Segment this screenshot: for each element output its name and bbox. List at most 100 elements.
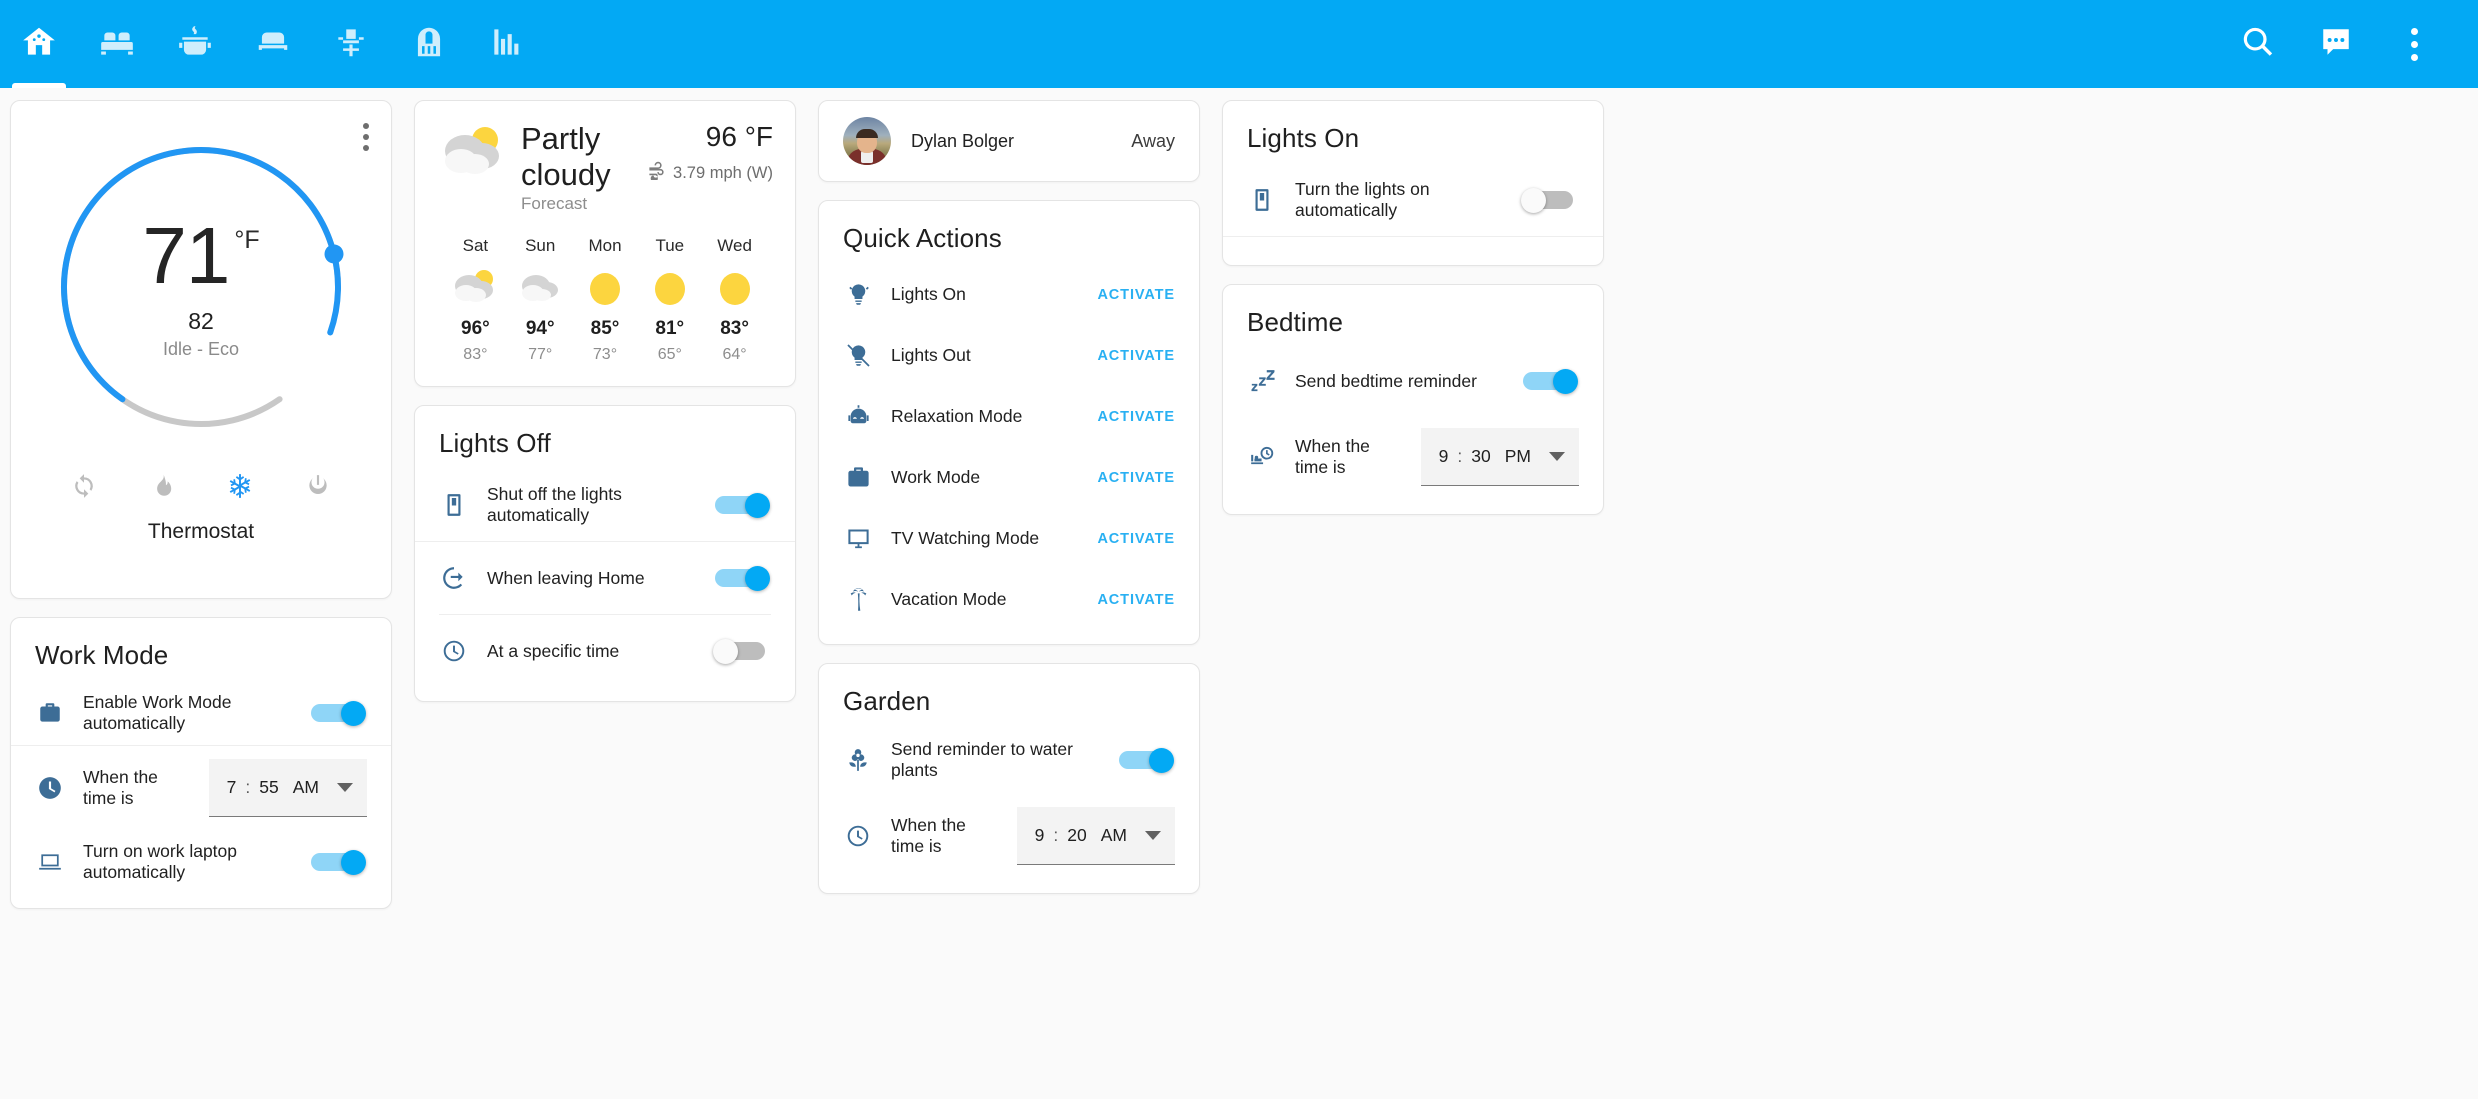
zzz-icon (1247, 368, 1277, 394)
bedtime-time-row: When the time is 9 : 30 PM (1223, 414, 1603, 500)
bedtime-reminder-label: Send bedtime reminder (1295, 370, 1477, 391)
forecast-low: 73° (592, 346, 618, 364)
quick-action-lights-out: Lights Out ACTIVATE (819, 325, 1199, 386)
bar-chart-icon (488, 23, 526, 66)
work-mode-enable-label: Enable Work Mode automatically (83, 692, 232, 733)
user-profile-card[interactable]: Dylan Bolger Away (818, 100, 1200, 182)
weather-subtitle: Forecast (521, 194, 588, 214)
thermostat-card: 71 °F 82 Idle - Eco Thermostat (10, 100, 392, 599)
power-icon (305, 475, 331, 503)
thermostat-mode-off[interactable] (305, 473, 331, 504)
clock-dashed-icon (843, 823, 873, 849)
tab-kitchen[interactable] (156, 0, 234, 88)
search-button[interactable] (2236, 22, 2280, 66)
activate-button[interactable]: ACTIVATE (1097, 287, 1175, 303)
sunny-icon (702, 262, 767, 316)
forecast-low: 65° (657, 346, 682, 364)
laptop-icon (35, 849, 65, 875)
weather-card: Partly cloudy Forecast 96 °F 3.79 mph (W… (414, 100, 796, 388)
lights-on-title: Lights On (1247, 123, 1360, 153)
forecast-day: Mon 85° 73° (573, 236, 638, 364)
sunny-icon (573, 262, 638, 316)
forecast-low: 77° (528, 346, 553, 364)
garden-minute[interactable]: 20 (1067, 825, 1086, 846)
tab-statistics[interactable] (468, 0, 546, 88)
bedtime-time-picker[interactable]: 9 : 30 PM (1420, 428, 1579, 486)
quick-actions-card: Quick Actions Lights On ACTIVATE Lights … (818, 200, 1200, 645)
bedtime-title: Bedtime (1247, 307, 1344, 337)
work-mode-hour[interactable]: 7 (227, 777, 237, 798)
activate-button[interactable]: ACTIVATE (1097, 348, 1175, 364)
work-mode-laptop-row: Turn on work laptop automatically (11, 830, 391, 894)
column-one: 71 °F 82 Idle - Eco Thermostat Work Mode… (10, 100, 392, 909)
work-mode-title: Work Mode (35, 640, 169, 670)
flame-icon (149, 474, 175, 503)
work-mode-enable-row: Enable Work Mode automatically (11, 681, 391, 745)
cooking-pot-icon (176, 23, 214, 66)
forecast-day-name: Sat (462, 236, 489, 256)
quick-action-lights-on: Lights On ACTIVATE (819, 264, 1199, 325)
garden-card: Garden Send reminder to water plants Whe… (818, 663, 1200, 894)
thermostat-mode-heat[interactable] (149, 473, 175, 504)
more-vertical-icon[interactable] (2392, 27, 2436, 61)
palm-tree-icon (843, 586, 873, 613)
activate-button[interactable]: ACTIVATE (1097, 592, 1175, 608)
bedtime-reminder-row: Send bedtime reminder (1223, 348, 1603, 414)
forecast-day-name: Tue (655, 236, 685, 256)
time-colon: : (1457, 446, 1463, 466)
garden-time-picker[interactable]: 9 : 20 AM (1016, 807, 1175, 865)
lights-on-auto-toggle[interactable] (1521, 188, 1579, 213)
thermostat-mode-cool[interactable] (227, 473, 253, 504)
garden-meridiem[interactable]: AM (1087, 825, 1127, 846)
lights-off-leaving-toggle[interactable] (713, 566, 771, 592)
divider (1223, 236, 1603, 237)
thermostat-target: 82 (188, 308, 214, 334)
work-mode-time-label: When the time is (83, 767, 158, 808)
lights-off-auto-toggle[interactable] (713, 493, 771, 519)
garden-time-row: When the time is 9 : 20 AM (819, 793, 1199, 879)
thermostat-readout: 71 °F 82 Idle - Eco (21, 107, 381, 467)
messages-button[interactable] (2314, 22, 2358, 66)
chevron-down-icon[interactable] (337, 783, 353, 792)
garden-time-label: When the time is (891, 815, 966, 856)
work-mode-laptop-toggle[interactable] (309, 850, 367, 875)
bedtime-minute[interactable]: 30 (1471, 446, 1490, 467)
clock-dashed-icon (439, 638, 469, 664)
activate-button[interactable]: ACTIVATE (1097, 531, 1175, 547)
thermostat-dial[interactable]: 71 °F 82 Idle - Eco (21, 107, 381, 467)
forecast-high: 96° (461, 318, 490, 340)
bedtime-hour[interactable]: 9 (1439, 446, 1449, 467)
smart-home-icon (20, 23, 58, 66)
lights-off-auto-label: Shut off the lights automatically (487, 484, 622, 526)
garden-reminder-toggle[interactable] (1117, 748, 1175, 773)
tab-office[interactable] (312, 0, 390, 88)
wind-icon (647, 161, 666, 185)
partly-cloudy-icon (443, 262, 508, 316)
forecast-low: 64° (722, 346, 747, 364)
work-mode-card: Work Mode Enable Work Mode automatically… (10, 617, 392, 909)
bedtime-meridiem[interactable]: PM (1491, 446, 1531, 467)
chevron-down-icon[interactable] (1549, 452, 1565, 461)
work-mode-enable-toggle[interactable] (309, 701, 367, 726)
cloudy-icon (508, 262, 573, 316)
tab-living-room[interactable] (78, 0, 156, 88)
activate-button[interactable]: ACTIVATE (1097, 409, 1175, 425)
bedtime-reminder-toggle[interactable] (1521, 369, 1579, 394)
work-mode-time-picker[interactable]: 7 : 55 AM (208, 759, 367, 817)
forecast-high: 85° (590, 318, 620, 340)
tab-garage[interactable] (390, 0, 468, 88)
sunny-icon (637, 262, 702, 316)
activate-button[interactable]: ACTIVATE (1097, 470, 1175, 486)
tab-bedroom[interactable] (234, 0, 312, 88)
work-mode-minute[interactable]: 55 (259, 777, 278, 798)
thermostat-mode-auto[interactable] (71, 473, 97, 504)
work-mode-meridiem[interactable]: AM (279, 777, 319, 798)
quick-action-label: TV Watching Mode (891, 528, 1040, 548)
chevron-down-icon[interactable] (1145, 831, 1161, 840)
forecast-day: Sun 94° 77° (508, 236, 573, 364)
auto-refresh-icon (71, 474, 97, 503)
briefcase-icon (35, 700, 65, 726)
lights-off-specific-time-toggle[interactable] (713, 639, 771, 665)
tab-home[interactable] (0, 0, 78, 88)
garden-hour[interactable]: 9 (1035, 825, 1045, 846)
